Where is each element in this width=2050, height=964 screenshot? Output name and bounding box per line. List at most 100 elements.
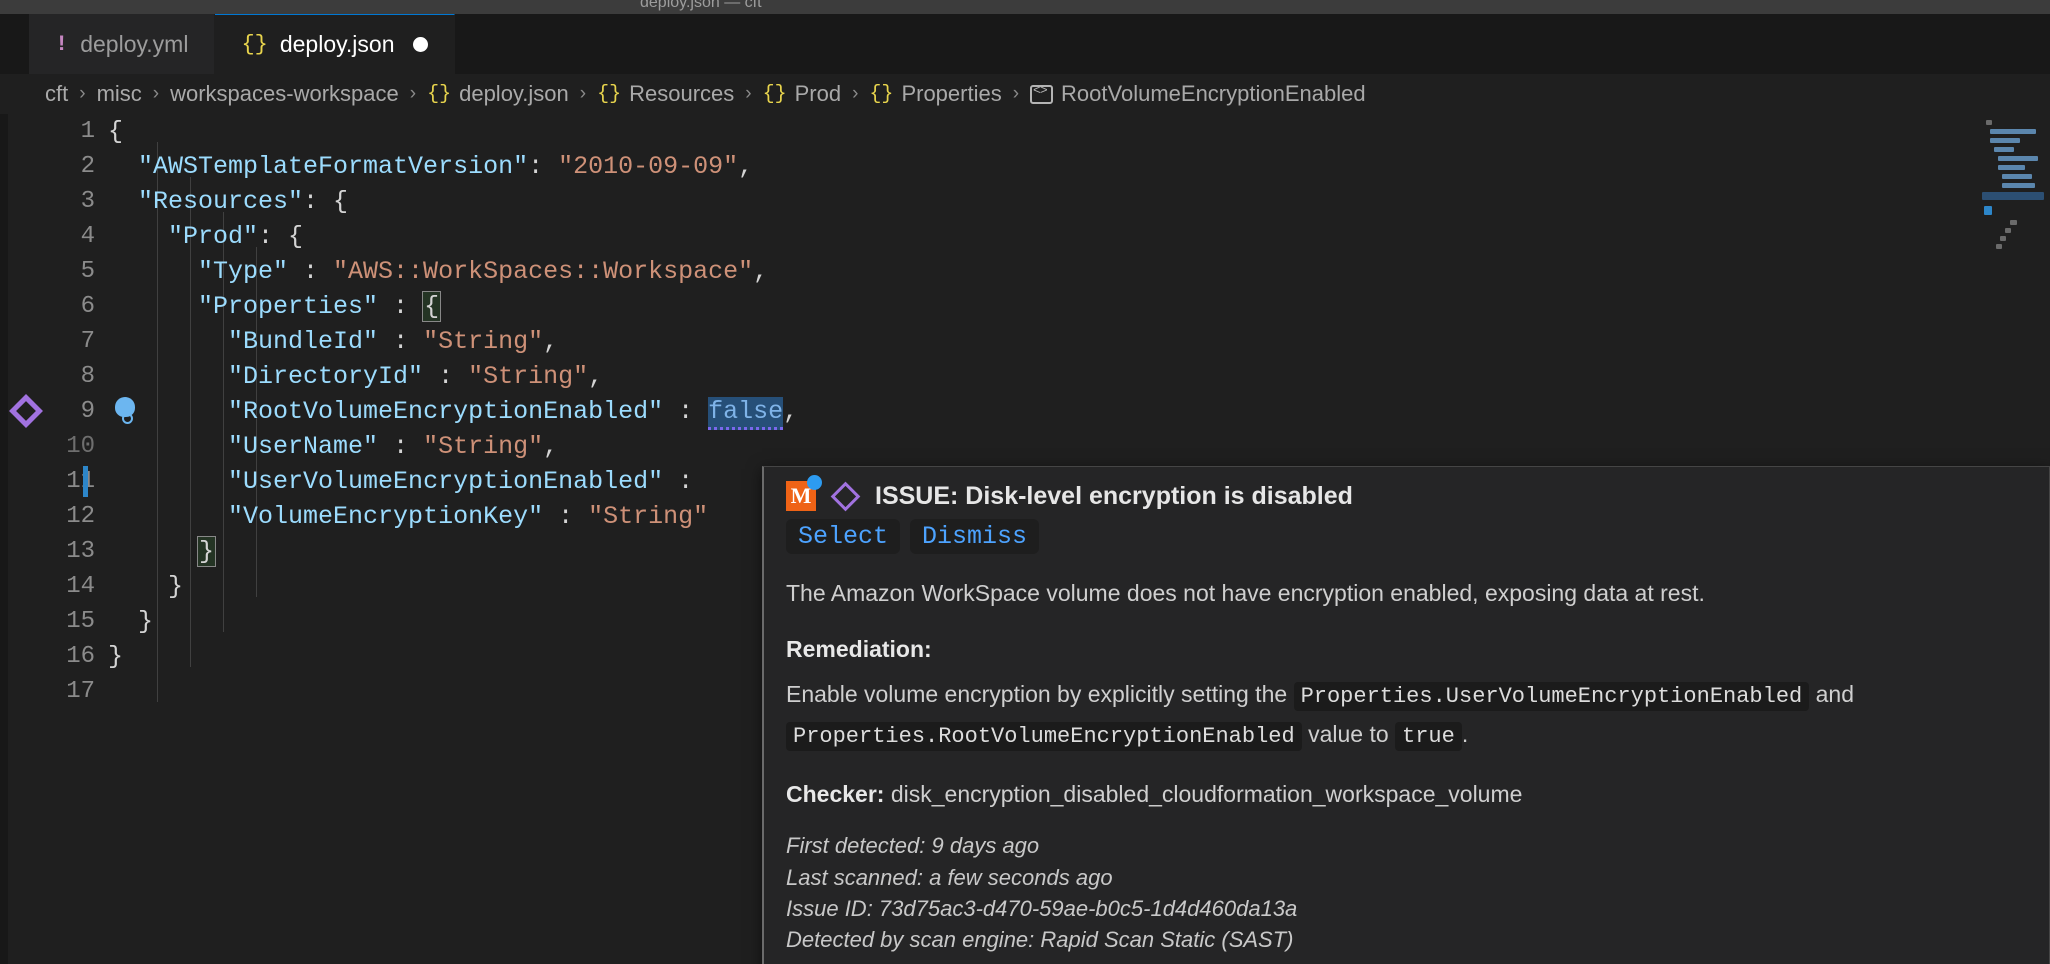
json-braces-icon: {} <box>241 32 267 57</box>
line-number: 5 <box>0 258 95 285</box>
code-line-with-issue[interactable]: 9 "RootVolumeEncryptionEnabled" : false, <box>0 394 2050 429</box>
remediation-code-3: true <box>1395 722 1462 751</box>
json-braces-icon: {} <box>763 83 787 106</box>
code-line[interactable]: 7 "BundleId" : "String", <box>0 324 2050 359</box>
vscode-editor-window: deploy.json — cft ! deploy.yml {} deploy… <box>0 0 2050 964</box>
line-content: "Type" : "AWS::WorkSpaces::Workspace", <box>108 257 768 286</box>
code-line[interactable]: 1 { <box>0 114 2050 149</box>
tooltip-body: The Amazon WorkSpace volume does not hav… <box>764 566 2049 964</box>
meta-issue-id: Issue ID: 73d75ac3-d470-59ae-b0c5-1d4d46… <box>786 893 2027 924</box>
breadcrumb-label: cft <box>45 81 68 107</box>
breadcrumb-chevron-icon: › <box>1013 83 1019 105</box>
security-issue-hover-tooltip[interactable]: M ISSUE: Disk-level encryption is disabl… <box>762 466 2050 964</box>
line9-colon: : <box>663 397 708 426</box>
remediation-label: Remediation: <box>786 636 2027 663</box>
line-number: 1 <box>0 118 95 145</box>
line-number: 14 <box>0 573 95 600</box>
line-content: "Prod": { <box>108 222 303 251</box>
breadcrumb-chevron-icon: › <box>410 83 416 105</box>
line-number: 17 <box>0 678 95 705</box>
line-number: 12 <box>0 503 95 530</box>
code-line[interactable]: 8 "DirectoryId" : "String", <box>0 359 2050 394</box>
tab-deploy-yml[interactable]: ! deploy.yml <box>29 14 215 74</box>
breadcrumb-label: Prod <box>795 81 841 107</box>
notification-dot-icon <box>807 475 822 490</box>
meta-last-scanned: Last scanned: a few seconds ago <box>786 862 2027 893</box>
window-title: deploy.json — cft <box>640 0 762 12</box>
editor-tab-strip: ! deploy.yml {} deploy.json <box>0 14 2050 74</box>
breadcrumb-label: workspaces-workspace <box>170 81 399 107</box>
breadcrumb-item-deploy-json[interactable]: {} deploy.json <box>427 81 569 107</box>
line-content: "Properties" : { <box>108 292 440 321</box>
breadcrumb-label: Resources <box>629 81 734 107</box>
select-action-button[interactable]: Select <box>786 519 900 554</box>
line-content: "BundleId" : "String", <box>108 327 558 356</box>
remediation-part4: . <box>1462 721 1468 747</box>
code-line[interactable]: 4 "Prod": { <box>0 219 2050 254</box>
breadcrumb-item-rootvolumeencryptionenabled[interactable]: RootVolumeEncryptionEnabled <box>1030 81 1366 107</box>
issue-metadata: First detected: 9 days ago Last scanned:… <box>786 830 2027 955</box>
minimap-issue-marker <box>1982 192 2044 200</box>
line-content: "VolumeEncryptionKey" : "String" <box>108 502 708 531</box>
line-content: } <box>108 607 153 636</box>
line9-comma: , <box>783 397 798 426</box>
checker-value: disk_encryption_disabled_cloudformation_… <box>891 781 1523 807</box>
code-line[interactable]: 6 "Properties" : { <box>0 289 2050 324</box>
line-number: 15 <box>0 608 95 635</box>
json-braces-icon: {} <box>427 83 451 106</box>
line-number: 6 <box>0 293 95 320</box>
meta-scan-engine: Detected by scan engine: Rapid Scan Stat… <box>786 924 2027 955</box>
line-number: 16 <box>0 643 95 670</box>
dismiss-action-button[interactable]: Dismiss <box>910 519 1039 554</box>
line-number: 11 <box>0 468 95 495</box>
breadcrumb-item-workspaces-workspace[interactable]: workspaces-workspace <box>170 81 399 107</box>
line-content: "RootVolumeEncryptionEnabled" : false, <box>108 397 798 426</box>
line-number: 2 <box>0 153 95 180</box>
breadcrumb-chevron-icon: › <box>852 83 858 105</box>
tooltip-header: M ISSUE: Disk-level encryption is disabl… <box>764 467 2049 511</box>
tab-deploy-json[interactable]: {} deploy.json <box>215 14 454 74</box>
issue-title: ISSUE: Disk-level encryption is disabled <box>875 482 1353 511</box>
breadcrumb-item-prod[interactable]: {} Prod <box>763 81 842 107</box>
breadcrumb-label: misc <box>97 81 142 107</box>
selected-false-value[interactable]: false <box>708 397 783 430</box>
code-line[interactable]: 2 "AWSTemplateFormatVersion": "2010-09-0… <box>0 149 2050 184</box>
meta-first-detected: First detected: 9 days ago <box>786 830 2027 861</box>
code-line[interactable]: 3 "Resources": { <box>0 184 2050 219</box>
issue-description: The Amazon WorkSpace volume does not hav… <box>786 576 2027 612</box>
remediation-part2: and <box>1816 681 1854 707</box>
text-cursor <box>83 466 88 497</box>
unsaved-changes-dot-icon[interactable] <box>413 37 428 52</box>
breadcrumb-chevron-icon: › <box>580 83 586 105</box>
remediation-text: Enable volume encryption by explicitly s… <box>786 675 2027 756</box>
line-number: 9 <box>0 398 95 425</box>
breadcrumb: cft › misc › workspaces-workspace › {} d… <box>0 74 2050 114</box>
line-number: 13 <box>0 538 95 565</box>
breadcrumb-label: Properties <box>901 81 1001 107</box>
breadcrumb-item-properties[interactable]: {} Properties <box>869 81 1001 107</box>
breadcrumb-item-cft[interactable]: cft <box>45 81 68 107</box>
line-content: } <box>108 642 123 671</box>
line-content: } <box>108 572 183 601</box>
checker-row: Checker: disk_encryption_disabled_cloudf… <box>786 781 2027 808</box>
boolean-symbol-icon <box>1030 85 1053 104</box>
line-number: 3 <box>0 188 95 215</box>
tab-strip-empty-space <box>455 14 2050 74</box>
remediation-part1: Enable volume encryption by explicitly s… <box>786 681 1287 707</box>
json-braces-icon: {} <box>597 83 621 106</box>
breadcrumb-chevron-icon: › <box>79 83 85 105</box>
line-content: "AWSTemplateFormatVersion": "2010-09-09"… <box>108 152 753 181</box>
breadcrumb-item-resources[interactable]: {} Resources <box>597 81 734 107</box>
line-content: } <box>108 537 215 566</box>
line-number: 4 <box>0 223 95 250</box>
breadcrumb-item-misc[interactable]: misc <box>97 81 142 107</box>
line-content: "UserName" : "String", <box>108 432 558 461</box>
code-line[interactable]: 5 "Type" : "AWS::WorkSpaces::Workspace", <box>0 254 2050 289</box>
line-number: 7 <box>0 328 95 355</box>
line-number: 8 <box>0 363 95 390</box>
line-content: "DirectoryId" : "String", <box>108 362 603 391</box>
code-line[interactable]: 10 "UserName" : "String", <box>0 429 2050 464</box>
remediation-code-2: Properties.RootVolumeEncryptionEnabled <box>786 722 1302 751</box>
breadcrumb-label: deploy.json <box>459 81 569 107</box>
checker-label: Checker: <box>786 781 884 807</box>
